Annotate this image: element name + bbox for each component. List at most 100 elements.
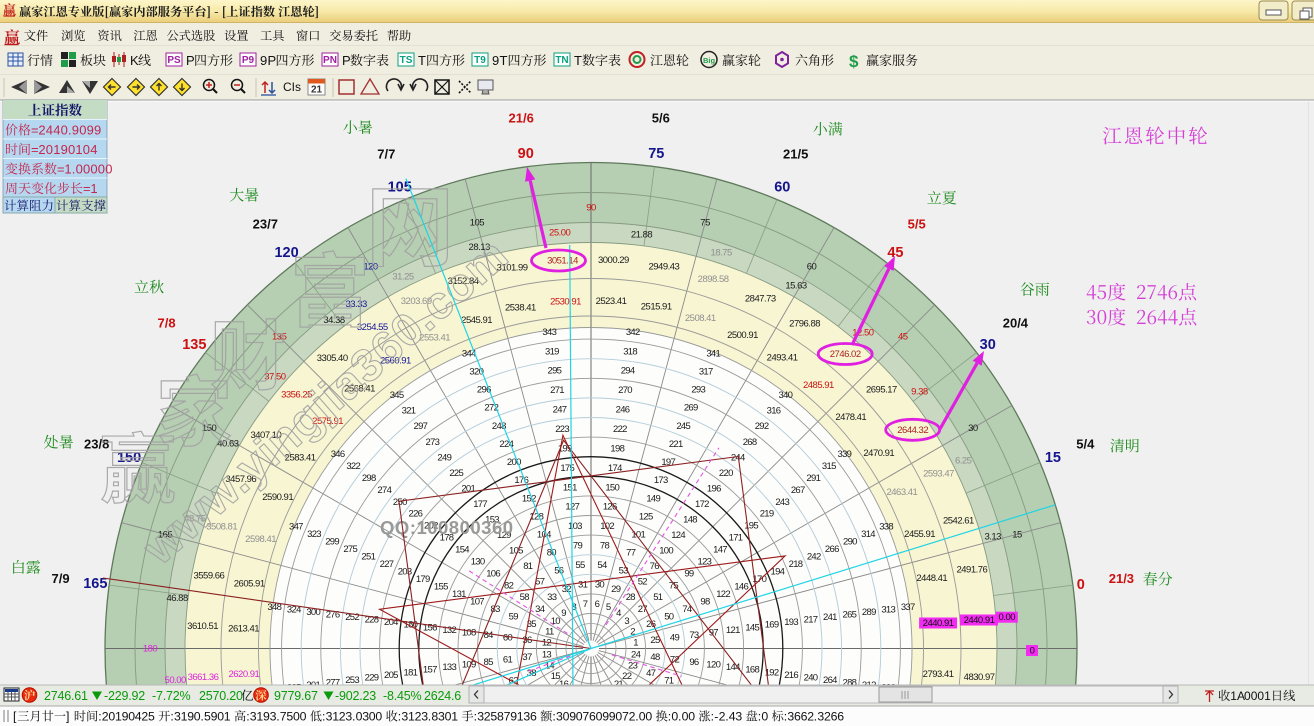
svg-text:145: 145 <box>745 622 759 633</box>
svg-text:4: 4 <box>53 123 60 138</box>
svg-text:PS: PS <box>167 55 181 66</box>
svg-text:273: 273 <box>426 437 440 448</box>
svg-text:244: 244 <box>731 452 745 463</box>
svg-text:253: 253 <box>345 675 359 686</box>
svg-text:6.25: 6.25 <box>955 456 972 467</box>
svg-text:297: 297 <box>414 421 428 432</box>
svg-text:289: 289 <box>862 607 876 618</box>
svg-text:6: 6 <box>530 710 537 724</box>
svg-text:2593.47: 2593.47 <box>923 469 954 480</box>
svg-text:9: 9 <box>94 123 101 138</box>
svg-text:3610.51: 3610.51 <box>187 621 218 632</box>
svg-text:274: 274 <box>377 485 391 496</box>
svg-text:150: 150 <box>605 482 619 493</box>
svg-text:317: 317 <box>699 367 713 378</box>
svg-text:217: 217 <box>804 615 818 626</box>
svg-text:9: 9 <box>260 53 267 68</box>
svg-text:340: 340 <box>779 390 793 401</box>
svg-text:0: 0 <box>79 123 86 138</box>
svg-text:75: 75 <box>700 218 710 229</box>
svg-text:11: 11 <box>545 626 554 637</box>
svg-text:293: 293 <box>691 385 705 396</box>
svg-text:24: 24 <box>631 649 641 660</box>
svg-text:75: 75 <box>648 146 664 162</box>
svg-text:45: 45 <box>887 245 903 261</box>
svg-text:9: 9 <box>492 53 499 68</box>
svg-text:7/8: 7/8 <box>158 315 176 330</box>
svg-text:2500.91: 2500.91 <box>727 330 758 341</box>
svg-text:251: 251 <box>361 551 375 562</box>
svg-text:345: 345 <box>390 390 404 401</box>
svg-text:60: 60 <box>807 262 817 273</box>
svg-text:169: 169 <box>765 620 779 631</box>
svg-text:314: 314 <box>861 529 875 540</box>
svg-text:0: 0 <box>645 710 652 724</box>
svg-text:2598.41: 2598.41 <box>245 534 276 545</box>
svg-text:2695.17: 2695.17 <box>866 385 897 396</box>
svg-text:3.13: 3.13 <box>984 532 1001 543</box>
svg-text:4: 4 <box>46 123 53 138</box>
svg-text:60: 60 <box>503 633 513 644</box>
svg-text:0: 0 <box>83 162 90 177</box>
svg-text:50.00: 50.00 <box>165 675 186 686</box>
svg-text:108: 108 <box>462 627 476 638</box>
svg-text:97: 97 <box>709 627 719 638</box>
svg-text:47: 47 <box>646 668 656 679</box>
svg-text:$: $ <box>849 52 859 71</box>
svg-text:0: 0 <box>90 162 97 177</box>
svg-text:2793.41: 2793.41 <box>923 669 954 680</box>
svg-text:5: 5 <box>606 602 611 613</box>
svg-text:PN: PN <box>323 55 337 66</box>
svg-text:147: 147 <box>713 545 727 556</box>
svg-text:294: 294 <box>621 366 635 377</box>
svg-text:224: 224 <box>499 439 513 450</box>
svg-text:9779.67: 9779.67 <box>274 689 318 703</box>
svg-text:180: 180 <box>143 644 158 655</box>
svg-text:270: 270 <box>618 385 632 396</box>
svg-text:P: P <box>268 53 277 68</box>
svg-text:20/4: 20/4 <box>1003 315 1029 330</box>
svg-text:5: 5 <box>148 710 155 724</box>
svg-text:298: 298 <box>362 473 376 484</box>
svg-text:120: 120 <box>706 660 720 671</box>
svg-text:2545.91: 2545.91 <box>461 315 492 326</box>
svg-text:3559.66: 3559.66 <box>193 571 224 582</box>
svg-text:21/6: 21/6 <box>509 111 534 126</box>
svg-text:75: 75 <box>669 580 679 591</box>
svg-text:2470.91: 2470.91 <box>863 448 894 459</box>
svg-text:246: 246 <box>616 405 630 416</box>
svg-text:105: 105 <box>388 180 412 196</box>
svg-text:29: 29 <box>611 584 621 595</box>
svg-text:295: 295 <box>548 366 562 377</box>
svg-text:9: 9 <box>561 608 566 619</box>
svg-text:79: 79 <box>573 541 583 552</box>
svg-text:338: 338 <box>879 521 893 532</box>
svg-text:265: 265 <box>843 610 857 621</box>
svg-text:T9: T9 <box>474 55 486 66</box>
svg-text:22: 22 <box>622 671 632 682</box>
svg-text:275: 275 <box>343 544 357 555</box>
svg-text:175: 175 <box>560 463 574 474</box>
svg-text:7: 7 <box>583 599 588 610</box>
svg-text:77: 77 <box>626 548 636 559</box>
svg-text:2515.91: 2515.91 <box>641 302 672 313</box>
svg-text:2478.41: 2478.41 <box>835 412 866 423</box>
svg-text:1: 1 <box>75 142 82 157</box>
svg-text:337: 337 <box>901 602 915 613</box>
svg-text:245: 245 <box>676 421 690 432</box>
svg-text:122: 122 <box>716 589 730 600</box>
svg-text:-902.23: -902.23 <box>335 689 376 703</box>
svg-text:1: 1 <box>64 162 71 177</box>
svg-text:P: P <box>186 53 195 68</box>
svg-text:90: 90 <box>586 203 596 214</box>
svg-text:55: 55 <box>575 560 585 571</box>
svg-text:P9: P9 <box>242 55 255 66</box>
svg-text:2463.41: 2463.41 <box>886 487 917 498</box>
svg-text:0: 0 <box>375 710 382 724</box>
svg-text:2455.91: 2455.91 <box>904 529 935 540</box>
svg-text:321: 321 <box>402 406 416 417</box>
svg-text:54: 54 <box>597 560 607 571</box>
svg-text:171: 171 <box>729 533 743 544</box>
svg-text:50: 50 <box>664 611 674 622</box>
svg-text:2491.76: 2491.76 <box>956 565 987 576</box>
